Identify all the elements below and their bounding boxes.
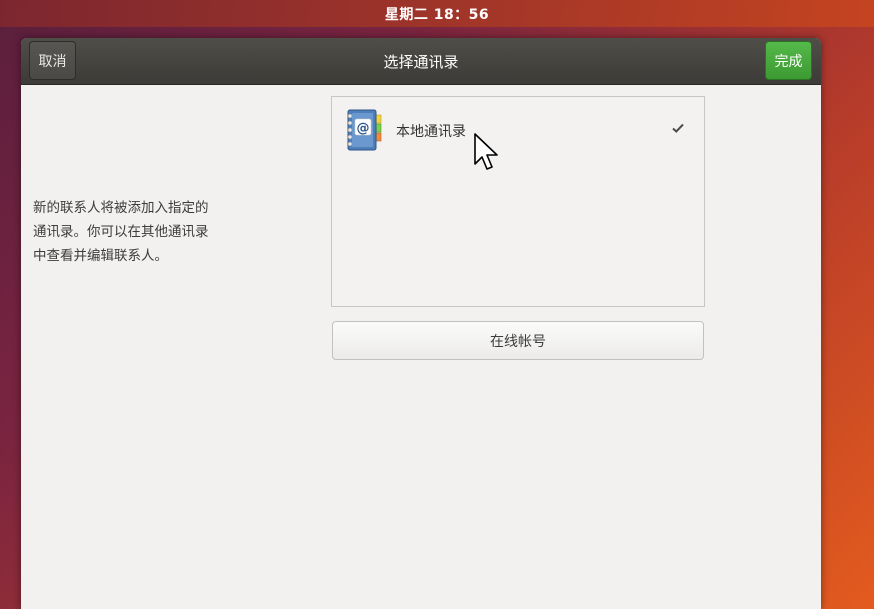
description-line: 中查看并编辑联系人。 — [33, 248, 168, 264]
dialog-title: 选择通讯录 — [383, 52, 459, 71]
done-button[interactable]: 完成 — [765, 41, 812, 80]
choose-address-book-dialog: 取消 选择通讯录 完成 新的联系人将被添加入指定的 通讯录。你可以在其他通讯录 … — [21, 38, 821, 609]
clock[interactable]: 星期二 18：56 — [385, 4, 489, 24]
address-book-row-local[interactable]: @ 本地通讯录 — [332, 97, 704, 163]
address-book-icon: @ — [347, 109, 382, 151]
header-bar: 取消 选择通讯录 完成 — [21, 38, 821, 85]
description-text: 新的联系人将被添加入指定的 通讯录。你可以在其他通讯录 中查看并编辑联系人。 — [33, 196, 238, 268]
address-book-list: @ 本地通讯录 — [331, 96, 705, 307]
checkmark-icon — [672, 123, 684, 133]
description-line: 新的联系人将被添加入指定的 — [33, 200, 209, 216]
address-book-label: 本地通讯录 — [396, 124, 466, 140]
cancel-button[interactable]: 取消 — [29, 41, 76, 80]
description-line: 通讯录。你可以在其他通讯录 — [33, 224, 209, 240]
top-panel: 星期二 18：56 — [0, 0, 874, 27]
svg-text:@: @ — [357, 121, 370, 136]
online-accounts-button[interactable]: 在线帐号 — [332, 321, 704, 360]
